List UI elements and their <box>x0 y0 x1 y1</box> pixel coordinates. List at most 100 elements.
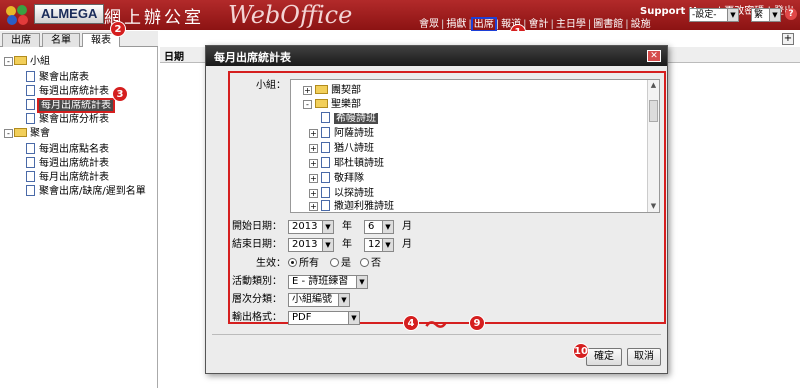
settings-select[interactable]: -設定- ▼ <box>689 8 739 22</box>
expand-icon[interactable]: + <box>309 189 318 198</box>
radio-icon[interactable] <box>330 258 339 267</box>
nav-item-accounting[interactable]: 會計 <box>528 19 550 30</box>
tree-item-report[interactable]: 聚會出席/缺席/遲到名單 <box>26 185 146 199</box>
tree-folder-group[interactable]: - 小組 <box>4 55 50 69</box>
add-button[interactable]: + <box>782 33 794 45</box>
active-option-yes[interactable]: 是 <box>330 257 351 271</box>
nav-item-library[interactable]: 圖書館 <box>592 19 624 30</box>
chevron-down-icon: ▼ <box>322 239 333 251</box>
chevron-down-icon: ▼ <box>769 9 780 21</box>
document-icon <box>26 171 35 182</box>
report-form: 小組： + 團契部 - 聖樂部 希幔詩班 + 阿薩詩班 + 猶八詩班 + 耶杜頓詩班 + 敬… <box>228 71 666 325</box>
expand-icon[interactable]: + <box>309 159 318 168</box>
group-tree-leaf[interactable]: + 耶杜頓詩班 <box>309 157 384 170</box>
group-tree[interactable]: + 團契部 - 聖樂部 希幔詩班 + 阿薩詩班 + 猶八詩班 + 耶杜頓詩班 + 敬拜隊 +… <box>290 79 660 213</box>
group-tree-node[interactable]: - 聖樂部 <box>303 98 361 111</box>
annotation-badge-10: 10 <box>573 343 589 359</box>
tree-scrollbar[interactable]: ▲ ▼ <box>647 80 659 212</box>
annotation-badge-9: 9 <box>469 315 485 331</box>
annotation-badge-3: 3 <box>112 86 128 102</box>
nav-item-members[interactable]: 會眾 <box>418 19 440 30</box>
level-select[interactable]: 小組編號 ▼ <box>288 293 350 307</box>
help-icon[interactable]: ? <box>785 8 797 20</box>
group-label: 小組： <box>256 80 286 91</box>
document-icon <box>26 185 35 196</box>
activity-select[interactable]: E - 詩班練習 ▼ <box>288 275 368 289</box>
tree-item-report[interactable]: 每月出席統計表 <box>26 171 109 185</box>
tree-item-report[interactable]: 聚會出席分析表 <box>26 113 109 127</box>
group-tree-leaf[interactable]: + 阿薩詩班 <box>309 127 374 140</box>
start-month-select[interactable]: 6 ▼ <box>364 220 394 234</box>
active-option-all[interactable]: 所有 <box>288 257 319 271</box>
tree-item-report[interactable]: 每週出席點名表 <box>26 143 109 157</box>
group-tree-node[interactable]: + 團契部 <box>303 84 361 97</box>
document-icon <box>321 187 330 198</box>
month-unit: 月 <box>402 221 412 232</box>
left-tabbar: 出席 名單 報表 <box>0 31 158 48</box>
dialog-title: 每月出席統計表 <box>214 51 291 64</box>
report-tree-panel: - 小組 聚會出席表 每週出席統計表 每月出席統計表 聚會出席分析表 - 聚會 每週… <box>0 47 158 388</box>
expand-icon[interactable]: + <box>303 86 312 95</box>
document-icon <box>321 157 330 168</box>
chevron-down-icon: ▼ <box>338 294 349 306</box>
close-icon[interactable]: ✕ <box>647 50 661 62</box>
tree-item-report[interactable]: 每週出席統計表 <box>26 85 109 99</box>
column-header-date: 日期 <box>164 52 184 63</box>
tree-item-report[interactable]: 聚會出席表 <box>26 71 89 85</box>
chevron-down-icon: ▼ <box>382 221 393 233</box>
tree-item-report[interactable]: 每週出席統計表 <box>26 157 109 171</box>
tree-folder-meeting[interactable]: - 聚會 <box>4 127 50 141</box>
group-tree-leaf[interactable]: + 撒迦利雅詩班 <box>309 200 394 212</box>
start-year-select[interactable]: 2013 ▼ <box>288 220 334 234</box>
annotation-badge-2: 2 <box>110 21 126 37</box>
tab-roster[interactable]: 名單 <box>42 33 80 47</box>
document-icon <box>26 85 35 96</box>
group-tree-leaf-selected[interactable]: 希幔詩班 <box>321 112 378 125</box>
chevron-down-icon: ▼ <box>382 239 393 251</box>
chevron-down-icon: ▼ <box>356 276 367 288</box>
end-date-label: 結束日期： <box>232 239 282 250</box>
tree-item-report-selected[interactable]: 每月出席統計表 <box>26 98 115 113</box>
document-icon <box>321 127 330 138</box>
nav-item-sunday-school[interactable]: 主日學 <box>555 19 587 30</box>
month-unit: 月 <box>402 239 412 250</box>
scroll-down-icon[interactable]: ▼ <box>648 201 659 212</box>
nav-item-facilities[interactable]: 設施 <box>630 19 652 30</box>
folder-icon <box>14 56 27 65</box>
collapse-icon[interactable]: - <box>4 57 13 66</box>
ok-button[interactable]: 確定 <box>586 348 622 366</box>
output-format-select[interactable]: PDF ▼ <box>288 311 360 325</box>
active-label: 生效： <box>256 258 286 269</box>
group-tree-leaf[interactable]: + 以探詩班 <box>309 187 374 200</box>
annotation-badge-4: 4 <box>403 315 419 331</box>
document-icon <box>321 172 330 183</box>
folder-icon <box>315 99 328 108</box>
expand-icon[interactable]: + <box>309 174 318 183</box>
chevron-down-icon: ▼ <box>348 312 359 324</box>
range-tilde: ～ <box>425 314 448 339</box>
document-icon <box>321 142 330 153</box>
radio-selected-icon[interactable] <box>288 258 297 267</box>
scroll-thumb[interactable] <box>649 100 658 122</box>
chevron-down-icon: ▼ <box>322 221 333 233</box>
collapse-icon[interactable]: - <box>303 100 312 109</box>
nav-item-attendance[interactable]: 出席 <box>470 17 497 32</box>
expand-icon[interactable]: + <box>309 202 318 211</box>
dialog-titlebar[interactable]: 每月出席統計表 ✕ <box>206 46 667 66</box>
expand-icon[interactable]: + <box>309 144 318 153</box>
active-option-no[interactable]: 否 <box>360 257 381 271</box>
output-format-label: 輸出格式： <box>232 312 282 323</box>
tab-attendance[interactable]: 出席 <box>2 33 40 47</box>
group-tree-leaf[interactable]: + 猶八詩班 <box>309 142 374 155</box>
cancel-button[interactable]: 取消 <box>627 348 661 366</box>
collapse-icon[interactable]: - <box>4 129 13 138</box>
end-month-select[interactable]: 12 ▼ <box>364 238 394 252</box>
nav-item-donations[interactable]: 捐獻 <box>445 19 467 30</box>
level-label: 層次分類： <box>232 294 282 305</box>
language-select[interactable]: 繁 ▼ <box>751 8 781 22</box>
scroll-up-icon[interactable]: ▲ <box>648 80 659 91</box>
group-tree-leaf[interactable]: + 敬拜隊 <box>309 172 364 185</box>
expand-icon[interactable]: + <box>309 129 318 138</box>
end-year-select[interactable]: 2013 ▼ <box>288 238 334 252</box>
radio-icon[interactable] <box>360 258 369 267</box>
